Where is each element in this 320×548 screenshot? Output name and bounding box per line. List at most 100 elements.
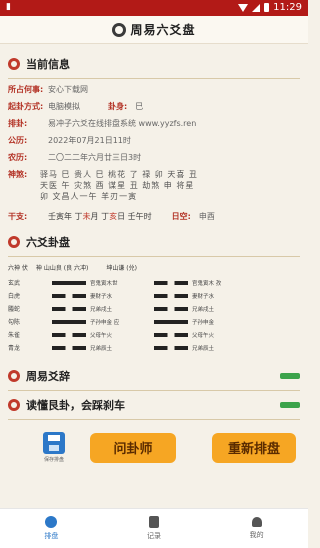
ganzhi-row: 干支: 壬寅年 丁未月 丁亥日 壬午时 日空: 申酉 <box>8 210 300 224</box>
divider <box>8 419 300 420</box>
battery-icon <box>264 3 270 12</box>
pan-label: 排卦: <box>8 119 28 128</box>
yao-line <box>154 280 188 285</box>
yao-position: 玄武 <box>8 280 21 287</box>
yin-yang-icon <box>45 516 58 528</box>
nav-label: 排盘 <box>44 532 59 540</box>
zhouyi-header[interactable]: 周易爻辞 <box>8 366 300 386</box>
ganzhi-value: 壬寅年 丁未月 丁亥日 壬午时 <box>48 210 152 224</box>
yao-line <box>52 319 86 324</box>
person-icon <box>251 517 262 527</box>
divider <box>8 256 300 257</box>
kong-value: 申酉 <box>198 212 215 221</box>
repan-button[interactable]: 重新排盘 <box>212 432 296 463</box>
yin-yang-icon <box>8 399 20 411</box>
ganzhi-part: 月 丁 <box>90 212 110 221</box>
ganzhi-part: 未 <box>82 212 91 221</box>
status-time: 11:29 <box>273 2 302 13</box>
yao-position: 青龙 <box>8 345 21 352</box>
more-badge-icon[interactable] <box>280 402 300 408</box>
yao-text: 兄弟戌土 <box>90 306 113 313</box>
ganzhi-part: 日 壬午时 <box>117 212 152 221</box>
shensha-line: 卯 文昌人一午 羊刃一寅 <box>40 192 138 201</box>
yao-position: 螣蛇 <box>8 306 21 313</box>
ganzhi-part: 亥 <box>109 212 118 221</box>
ask-master-button[interactable]: 问卦师 <box>90 432 176 463</box>
yao-header-col: 坤山谦 (兑) <box>106 265 137 272</box>
gongli-label: 公历: <box>8 136 28 145</box>
save-pan-button[interactable]: 保存排盘 <box>32 432 76 463</box>
current-info-title: 当前信息 <box>26 58 70 71</box>
yao-position: 勾陈 <box>8 319 21 326</box>
kong-label: 日空: <box>171 212 191 221</box>
yao-position: 朱雀 <box>8 332 21 339</box>
ganzhi-part: 壬寅年 丁 <box>48 212 83 221</box>
nav-label: 记录 <box>147 532 161 540</box>
nav-item-pan[interactable]: 排盘 <box>0 509 103 548</box>
gongli-row: 公历: 2022年07月21日11时 <box>8 134 300 148</box>
yao-line <box>52 293 86 298</box>
method-row: 起卦方式: 电脑模拟 卦身: 巳 <box>8 100 300 114</box>
save-icon <box>43 432 65 454</box>
yin-yang-icon <box>8 370 20 382</box>
yao-text: 官鬼寅木 孜 <box>192 280 222 287</box>
shensha-block: 神煞: 驿马 巳 贵人 巳 桃花 了 禄 卯 天喜 丑 天医 午 灾煞 酉 谋星… <box>8 169 300 202</box>
status-bar: ▮ 11:29 <box>0 0 308 16</box>
method-label: 起卦方式: <box>8 102 44 111</box>
topic-row: 所占何事: 安心下载网 <box>8 83 300 97</box>
yao-text: 父母午火 <box>192 332 215 339</box>
yin-yang-icon <box>8 58 20 70</box>
nongli-label: 农历: <box>8 153 28 162</box>
yao-row: 朱雀 父母午火 父母午火 <box>8 328 300 341</box>
method-value: 电脑模拟 <box>48 102 80 111</box>
yao-line <box>52 332 86 337</box>
nav-item-record[interactable]: 记录 <box>103 509 206 548</box>
more-badge-icon[interactable] <box>280 373 300 379</box>
nongli-row: 农历: 二〇二二年六月廿三日3时 <box>8 151 300 165</box>
liuyao-header: 六爻卦盘 <box>8 232 300 252</box>
yao-text: 兄弟辰土 <box>192 345 215 352</box>
yin-yang-icon <box>112 22 127 37</box>
yao-position: 白虎 <box>8 293 21 300</box>
gongli-value: 2022年07月21日11时 <box>48 136 131 145</box>
liuyao-title: 六爻卦盘 <box>26 236 70 249</box>
yao-row: 螣蛇 兄弟戌土 兄弟戌土 <box>8 302 300 315</box>
shensha-line: 天医 午 灾煞 酉 谋星 丑 劫煞 申 将星 <box>40 181 195 190</box>
yao-header: 六神 伏 神 山山良 (良 六冲) 坤山谦 (兑) <box>8 263 300 272</box>
gua-body-value: 巳 <box>135 102 144 111</box>
yao-line <box>52 280 86 285</box>
yao-text: 兄弟辰土 <box>90 345 113 352</box>
divider <box>8 78 300 79</box>
nongli-value: 二〇二二年六月廿三日3时 <box>48 153 142 162</box>
pan-row: 排卦: 易冲子六爻在线排盘系统 www.yyzfs.ren <box>8 117 300 131</box>
yao-line <box>154 332 188 337</box>
read-header[interactable]: 读懂艮卦，会踩刹车 <box>8 395 300 415</box>
yao-text: 官鬼寅木世 <box>90 280 118 287</box>
current-info-header: 当前信息 <box>8 54 300 74</box>
document-icon <box>149 516 159 528</box>
yao-text: 妻财子水 <box>192 293 215 300</box>
ganzhi-label: 干支: <box>8 212 28 221</box>
nav-item-mine[interactable]: 我的 <box>205 509 308 548</box>
yao-text: 子孙申金 <box>192 319 215 326</box>
yao-line <box>52 306 86 311</box>
status-left-icon: ▮ <box>6 2 11 12</box>
topic-value: 安心下载网 <box>48 85 88 94</box>
wifi-icon <box>238 3 249 12</box>
yao-line <box>154 306 188 311</box>
zhouyi-title: 周易爻辞 <box>26 370 70 383</box>
shensha-grid: 驿马 巳 贵人 巳 桃花 了 禄 卯 天喜 丑 天医 午 灾煞 酉 谋星 丑 劫… <box>40 169 198 202</box>
shensha-label: 神煞: <box>8 170 28 179</box>
yao-row: 白虎 妻财子水 妻财子水 <box>8 289 300 302</box>
yao-header-col: 六神 伏 <box>8 265 28 272</box>
page-title: 周易六爻盘 <box>130 23 196 37</box>
shensha-line: 驿马 巳 贵人 巳 桃花 了 禄 卯 天喜 丑 <box>40 170 198 179</box>
yao-text: 父母午火 <box>90 332 113 339</box>
yao-line <box>154 345 188 350</box>
yao-row: 青龙 兄弟辰土 兄弟辰土 <box>8 341 300 354</box>
yao-rows: 玄武 官鬼寅木世 官鬼寅木 孜白虎 妻财子水 妻财子水 螣蛇 兄弟戌土 兄弟戌土 勾陈 子孙申金 … <box>8 276 300 354</box>
yao-line <box>52 345 86 350</box>
read-title: 读懂艮卦，会踩刹车 <box>26 399 125 412</box>
main-content: 当前信息 所占何事: 安心下载网 起卦方式: 电脑模拟 卦身: 巳 排卦: 易冲… <box>0 44 308 508</box>
nav-label: 我的 <box>249 531 264 539</box>
